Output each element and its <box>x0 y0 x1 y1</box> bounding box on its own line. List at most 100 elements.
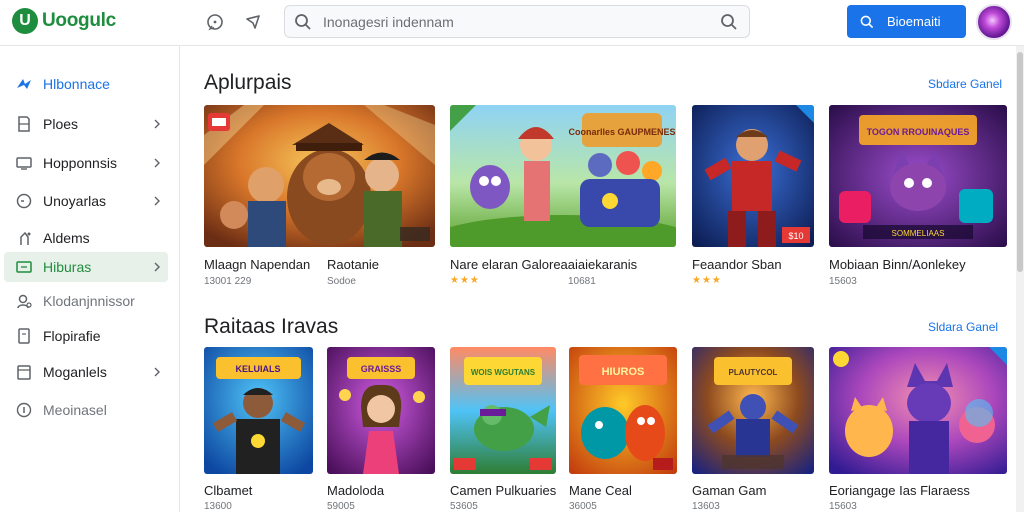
game-card[interactable]: Coonarlles GAUPMENES Nare elaran Galorea… <box>450 105 676 290</box>
section-title: Raitaas Iravas <box>204 315 339 338</box>
game-thumbnail: WOIS WGUTANS <box>450 347 556 474</box>
thumbnail-banner-text: KELUIALS <box>236 364 281 374</box>
game-title: Madoloda <box>327 483 385 498</box>
game-thumbnail: TOGON RROUINAQUES SOMMELIAAS <box>829 105 1007 247</box>
top-bar: U Uoogulc Bioemaiti <box>0 0 1024 46</box>
sidebar-item-flopirafie[interactable]: Flopirafie <box>4 321 168 351</box>
thumbnail-banner-text: HIUROS <box>602 366 645 378</box>
sidebar-item-places[interactable]: Ploes <box>4 109 168 139</box>
sidebar: Hlbonnace Ploes Hopponnsis Unoyarlas Ald… <box>0 46 180 512</box>
chat-icon[interactable] <box>204 11 226 33</box>
chevron-right-icon <box>152 260 162 276</box>
search-button-label: Bioemaiti <box>887 14 941 29</box>
thumbnail-banner-text: GRAISSS <box>361 364 402 374</box>
search-bar <box>284 5 750 38</box>
game-meta: 59005 <box>327 501 355 512</box>
game-card[interactable]: $10 Feaandor Sban ★★★ <box>692 105 814 290</box>
calendar-icon <box>14 362 34 382</box>
game-card[interactable]: GRAISSS Madoloda 59005 <box>327 347 435 512</box>
thumbnail-banner-text: TOGON RROUINAQUES <box>867 127 970 137</box>
price-badge <box>530 458 552 470</box>
sidebar-item-label: Hiburas <box>43 259 92 275</box>
thumbnail-tag-text: SOMMELIAAS <box>892 229 945 238</box>
sidebar-item-label: Hopponnsis <box>43 155 117 171</box>
search-submit-icon[interactable] <box>719 12 739 37</box>
chevron-right-icon <box>152 365 162 381</box>
search-button-icon <box>860 15 874 28</box>
compass-icon <box>14 74 34 94</box>
chevron-right-icon <box>152 156 162 172</box>
search-input[interactable] <box>323 6 703 37</box>
game-title: Raotanie <box>327 257 380 272</box>
game-meta: 13603 <box>692 501 720 512</box>
game-title: Feaandor Sban <box>692 257 782 272</box>
sidebar-item-moganlels[interactable]: Moganlels <box>4 357 168 387</box>
chevron-right-icon <box>152 194 162 210</box>
sidebar-item-label: Aldems <box>43 230 90 246</box>
game-card[interactable]: Mlaagn Napendan 13001 229 <box>204 105 435 290</box>
logo-text: Uoogulc <box>42 10 116 31</box>
user-icon <box>14 291 34 311</box>
section-title: Aplurpais <box>204 71 292 94</box>
game-thumbnail: PLAUTYCOL <box>692 347 814 474</box>
sidebar-item-label: Flopirafie <box>43 328 101 344</box>
sidebar-item-hiburas[interactable]: Hiburas <box>4 252 168 282</box>
sidebar-item-label: Moganlels <box>43 364 107 380</box>
see-more-link[interactable]: Sldara Ganel <box>928 320 998 334</box>
search-button[interactable]: Bioemaiti <box>847 5 966 38</box>
avatar[interactable] <box>976 4 1012 40</box>
scrollbar[interactable] <box>1016 46 1024 512</box>
thumbnail-banner-text: Coonarlles GAUPMENES <box>568 127 675 137</box>
game-card[interactable]: Eoriangage Ias Flaraess 15603 <box>829 347 1007 512</box>
sidebar-item-meoinasel[interactable]: Meoinasel <box>4 395 168 425</box>
game-meta: 15603 <box>829 501 857 512</box>
sidebar-item-hopponnsis[interactable]: Hopponnsis <box>4 148 168 178</box>
game-title: Eoriangage Ias Flaraess <box>829 483 970 498</box>
game-thumbnail: $10 <box>692 105 814 247</box>
game-thumbnail <box>204 105 435 247</box>
game-card[interactable]: TOGON RROUINAQUES SOMMELIAAS Mobiaan Bin… <box>829 105 1007 290</box>
info-icon <box>14 400 34 420</box>
game-meta: 10681 <box>568 276 596 287</box>
sidebar-item-label: Ploes <box>43 116 79 132</box>
game-title: Nare elaran Galoreaaiaiekaranis <box>450 257 638 272</box>
game-thumbnail: KELUIALS <box>204 347 313 474</box>
app-logo[interactable]: U Uoogulc <box>12 8 116 34</box>
sidebar-item-label: Klodanjnnissor <box>43 293 135 309</box>
game-title: Clbamet <box>204 483 253 498</box>
rating-stars: ★★★ <box>692 275 722 286</box>
game-thumbnail <box>829 347 1007 474</box>
game-thumbnail: HIUROS <box>569 347 677 474</box>
thumbnail-banner-text: WOIS WGUTANS <box>471 368 536 377</box>
see-more-link[interactable]: Sbdare Ganel <box>928 77 1002 91</box>
screen-icon <box>14 257 34 277</box>
game-card[interactable]: WOIS WGUTANS Camen Pulkuaries 53605 <box>450 347 556 512</box>
sidebar-item-label: Meoinasel <box>43 402 107 418</box>
game-card[interactable]: PLAUTYCOL Gaman Gam 13603 <box>692 347 814 512</box>
scrollbar-thumb[interactable] <box>1017 52 1023 272</box>
sidebar-item-home[interactable]: Hlbonnace <box>4 69 168 99</box>
bookmark-icon <box>14 114 34 134</box>
sidebar-item-klodanjnnissor[interactable]: Klodanjnnissor <box>4 286 168 316</box>
price-badge-text: $10 <box>788 231 803 241</box>
document-icon <box>14 326 34 346</box>
price-badge <box>454 458 476 470</box>
clock-icon <box>14 191 34 211</box>
logo-mark-icon: U <box>12 8 38 34</box>
game-card[interactable]: HIUROS Mane Ceal 36005 <box>569 347 677 512</box>
game-title: Camen Pulkuaries <box>450 483 557 498</box>
game-card[interactable]: KELUIALS Clbamet 13600 <box>204 347 313 512</box>
game-meta: 13001 229 <box>204 276 252 287</box>
sidebar-item-label: Unoyarlas <box>43 193 107 209</box>
sidebar-item-aldems[interactable]: Aldems <box>4 223 168 253</box>
sidebar-item-unoyarlas[interactable]: Unoyarlas <box>4 186 168 216</box>
location-pin-icon[interactable] <box>242 11 264 33</box>
sparkle-icon <box>14 228 34 248</box>
game-thumbnail: Coonarlles GAUPMENES <box>450 105 676 247</box>
game-meta: 36005 <box>569 501 597 512</box>
game-title: Mane Ceal <box>569 483 632 498</box>
sidebar-item-label: Hlbonnace <box>43 76 110 92</box>
game-meta: 53605 <box>450 501 478 512</box>
game-thumbnail: GRAISSS <box>327 347 435 474</box>
game-title: Gaman Gam <box>692 483 767 498</box>
